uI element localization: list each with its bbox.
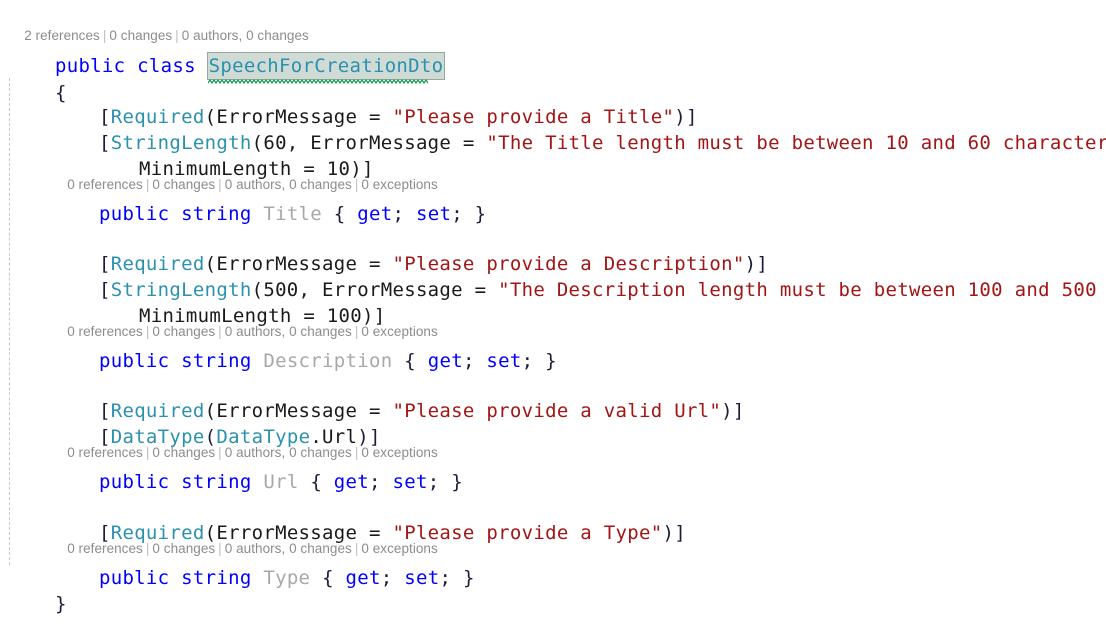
keyword-public: public bbox=[98, 471, 170, 493]
string-literal: "The Title length must be between 10 and… bbox=[486, 132, 1106, 154]
indent-guide bbox=[9, 78, 10, 565]
class-name: SpeechForCreationDto bbox=[208, 55, 444, 77]
bracket-close: )] bbox=[662, 522, 686, 544]
keyword-public: public bbox=[98, 203, 170, 225]
bracket-close: )] bbox=[721, 400, 745, 422]
code-editor-surface[interactable]: 2 references | 0 changes | 0 authors, 0 chan… bbox=[0, 0, 1106, 615]
keyword-public: public bbox=[98, 567, 170, 589]
property-accessors: { get; set; } bbox=[310, 471, 463, 493]
string-literal: "The Description length must be between … bbox=[498, 279, 1097, 301]
property-accessors: { get; set; } bbox=[404, 350, 557, 372]
keyword-string: string bbox=[181, 567, 252, 589]
keyword-public: public bbox=[98, 350, 170, 372]
keyword-string: string bbox=[181, 203, 252, 225]
keyword-string: string bbox=[181, 350, 252, 372]
close-brace: } bbox=[54, 593, 67, 615]
property-name: Type bbox=[263, 567, 311, 589]
keyword-string: string bbox=[181, 471, 252, 493]
property-name: Title bbox=[263, 203, 323, 225]
property-name: Description bbox=[263, 350, 393, 372]
property-name: Url bbox=[263, 471, 299, 493]
class-close-brace-line: } bbox=[8, 565, 67, 643]
property-accessors: { get; set; } bbox=[322, 567, 475, 589]
keyword-class: class bbox=[137, 55, 196, 77]
property-accessors: { get; set; } bbox=[333, 203, 487, 225]
class-name-rename-box[interactable]: SpeechForCreationDto bbox=[206, 52, 446, 84]
string-literal: "Please provide a valid Url" bbox=[392, 400, 722, 422]
property-declaration-line[interactable]: public string Type { get; set; } bbox=[52, 539, 475, 617]
